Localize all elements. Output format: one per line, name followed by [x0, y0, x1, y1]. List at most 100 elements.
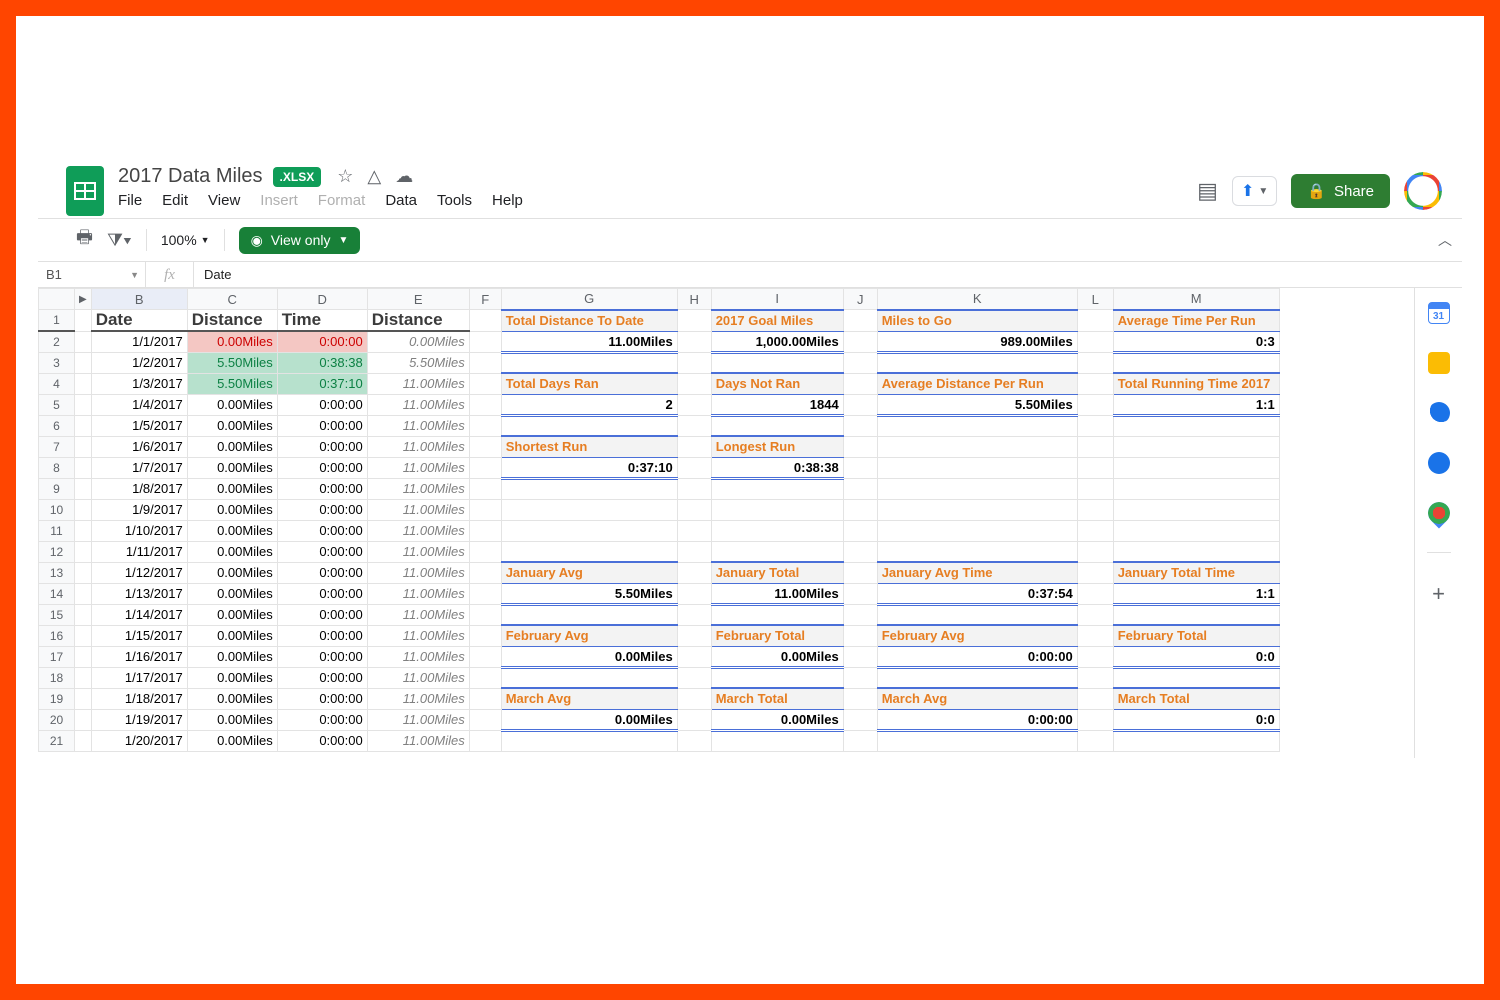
cell-time[interactable]: 0:00:00 — [277, 415, 367, 436]
cell[interactable] — [469, 331, 501, 352]
cell-distance[interactable]: 0.00Miles — [187, 394, 277, 415]
cell-cum-distance[interactable]: 11.00Miles — [367, 709, 469, 730]
row-header[interactable]: 10 — [39, 499, 75, 520]
cell[interactable] — [501, 667, 677, 688]
cell-date[interactable]: 1/3/2017 — [91, 373, 187, 394]
cell[interactable] — [843, 730, 877, 751]
stat-label[interactable]: March Total — [711, 688, 843, 709]
cell[interactable] — [469, 394, 501, 415]
cell[interactable] — [677, 709, 711, 730]
cell[interactable] — [1077, 436, 1113, 457]
stat-label[interactable]: Longest Run — [711, 436, 843, 457]
cell[interactable] — [469, 457, 501, 478]
cell[interactable] — [843, 604, 877, 625]
stat-label[interactable]: Total Days Ran — [501, 373, 677, 394]
cell-cum-distance[interactable]: 0.00Miles — [367, 331, 469, 352]
stat-value[interactable]: 1:1 — [1113, 394, 1279, 415]
cell[interactable] — [501, 541, 677, 562]
cell-date[interactable]: 1/9/2017 — [91, 499, 187, 520]
cell[interactable] — [75, 688, 92, 709]
cell[interactable] — [843, 625, 877, 646]
cell[interactable] — [1077, 625, 1113, 646]
cell[interactable] — [75, 415, 92, 436]
stat-value[interactable]: 5.50Miles — [877, 394, 1077, 415]
cell-cum-distance[interactable]: 11.00Miles — [367, 562, 469, 583]
cell-cum-distance[interactable]: 11.00Miles — [367, 373, 469, 394]
cell[interactable] — [677, 415, 711, 436]
cell-date[interactable]: 1/18/2017 — [91, 688, 187, 709]
col-header-K[interactable]: K — [877, 289, 1077, 310]
row-header[interactable]: 3 — [39, 352, 75, 373]
cell-time[interactable]: 0:00:00 — [277, 562, 367, 583]
cell-cum-distance[interactable]: 11.00Miles — [367, 520, 469, 541]
cell[interactable] — [1077, 373, 1113, 394]
stat-label[interactable]: March Avg — [877, 688, 1077, 709]
cell[interactable] — [1077, 457, 1113, 478]
cell-time[interactable]: 0:00:00 — [277, 604, 367, 625]
row-header[interactable]: 19 — [39, 688, 75, 709]
cell-cum-distance[interactable]: 5.50Miles — [367, 352, 469, 373]
cell-cum-distance[interactable]: 11.00Miles — [367, 541, 469, 562]
stat-label[interactable]: Total Running Time 2017 — [1113, 373, 1279, 394]
row-header[interactable]: 1 — [39, 310, 75, 332]
col-header-J[interactable]: J — [843, 289, 877, 310]
cell-date[interactable]: 1/10/2017 — [91, 520, 187, 541]
cell[interactable] — [75, 709, 92, 730]
stat-value[interactable]: 0:38:38 — [711, 457, 843, 478]
cell[interactable] — [469, 709, 501, 730]
cell[interactable] — [843, 373, 877, 394]
stat-label[interactable]: 2017 Goal Miles — [711, 310, 843, 332]
header-distance-cum[interactable]: Distance — [367, 310, 469, 332]
comments-icon[interactable]: ▤ — [1197, 178, 1218, 204]
cell[interactable] — [677, 646, 711, 667]
cell[interactable] — [877, 457, 1077, 478]
addons-plus-icon[interactable]: + — [1432, 581, 1445, 607]
stat-label[interactable]: February Total — [1113, 625, 1279, 646]
stat-value[interactable]: 0:0 — [1113, 709, 1279, 730]
cell[interactable] — [1113, 478, 1279, 499]
cell[interactable] — [677, 583, 711, 604]
cell[interactable] — [501, 415, 677, 436]
cell-distance[interactable]: 0.00Miles — [187, 667, 277, 688]
cell-time[interactable]: 0:00:00 — [277, 520, 367, 541]
cell-distance[interactable]: 5.50Miles — [187, 373, 277, 394]
cell[interactable] — [711, 541, 843, 562]
cell-cum-distance[interactable]: 11.00Miles — [367, 478, 469, 499]
cell[interactable] — [677, 457, 711, 478]
stat-label[interactable]: February Avg — [877, 625, 1077, 646]
cell-distance[interactable]: 0.00Miles — [187, 625, 277, 646]
cell-time[interactable]: 0:38:38 — [277, 352, 367, 373]
stat-value[interactable]: 1844 — [711, 394, 843, 415]
cell-cum-distance[interactable]: 11.00Miles — [367, 688, 469, 709]
cell[interactable] — [677, 541, 711, 562]
stat-value[interactable]: 989.00Miles — [877, 331, 1077, 352]
cell[interactable] — [843, 562, 877, 583]
cell[interactable] — [677, 394, 711, 415]
col-header-D[interactable]: D — [277, 289, 367, 310]
cell[interactable] — [877, 520, 1077, 541]
cell-distance[interactable]: 0.00Miles — [187, 499, 277, 520]
header-date[interactable]: Date — [91, 310, 187, 332]
cell-cum-distance[interactable]: 11.00Miles — [367, 436, 469, 457]
cell[interactable] — [711, 730, 843, 751]
cell[interactable] — [75, 499, 92, 520]
zoom-select[interactable]: 100% ▼ — [161, 232, 210, 248]
sheets-logo-icon[interactable] — [66, 166, 104, 216]
cell-time[interactable]: 0:00:00 — [277, 541, 367, 562]
cell[interactable] — [1113, 457, 1279, 478]
cell[interactable] — [469, 415, 501, 436]
stat-value[interactable]: 0.00Miles — [711, 709, 843, 730]
contacts-icon[interactable] — [1428, 452, 1450, 474]
doc-title[interactable]: 2017 Data Miles — [118, 165, 263, 188]
cell[interactable] — [75, 478, 92, 499]
cell[interactable] — [843, 688, 877, 709]
cell[interactable] — [1113, 541, 1279, 562]
cell[interactable] — [877, 415, 1077, 436]
cell[interactable] — [1077, 688, 1113, 709]
cell[interactable] — [1077, 562, 1113, 583]
row-header[interactable]: 21 — [39, 730, 75, 751]
stat-value[interactable]: 1,000.00Miles — [711, 331, 843, 352]
collapse-icon[interactable]: ︿ — [1438, 230, 1462, 250]
cell-time[interactable]: 0:00:00 — [277, 709, 367, 730]
stat-label[interactable]: February Total — [711, 625, 843, 646]
